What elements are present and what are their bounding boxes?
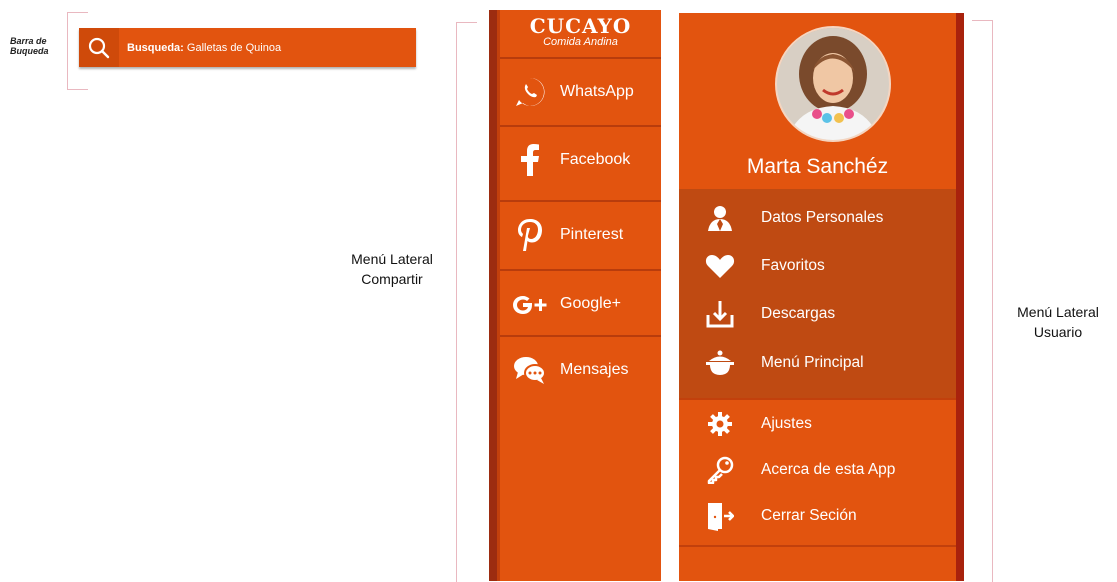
share-menu-caption: Menú Lateral Compartir [322,249,462,289]
facebook-icon [500,144,560,176]
menu-item-label: Menú Principal [761,354,864,371]
search-value: Galletas de Quinoa [186,41,282,54]
pinterest-icon [500,218,560,252]
caption-line: Menú Lateral [351,251,433,267]
gear-icon [679,411,761,437]
share-item-label: Google+ [560,295,621,312]
search-icon[interactable] [79,28,119,67]
caption-line: Menú Lateral [1017,304,1099,320]
share-item-label: Facebook [560,151,631,168]
exit-door-icon [679,501,761,531]
share-item-messages[interactable]: Mensajes [500,335,661,403]
chat-bubbles-icon [500,355,560,385]
menu-item-label: Ajustes [761,415,812,432]
caption-line: Usuario [1033,324,1083,340]
menu-item-label: Cerrar Seción [761,507,857,524]
annotation-bracket [456,22,477,582]
menu-item-settings[interactable]: Ajustes [679,404,956,444]
menu-item-personal-data[interactable]: Datos Personales [679,198,956,238]
menu-item-favorites[interactable]: Favoritos [679,246,956,286]
menu-item-about[interactable]: Acerca de esta App [679,450,956,490]
menu-item-label: Acerca de esta App [761,461,896,478]
share-item-google-plus[interactable]: Google+ [500,269,661,337]
person-icon [679,204,761,232]
user-side-menu: Marta Sanchéz Datos Personales Favoritos [679,13,964,581]
menu-item-logout[interactable]: Cerrar Seción [679,496,956,536]
key-icon [679,456,761,484]
menu-item-label: Datos Personales [761,209,884,226]
search-bar-caption: Barra de Buqueda [10,36,49,56]
heart-icon [679,253,761,279]
caption-line: Buqueda [10,46,49,56]
share-side-menu: CUCAYO Comida Andina WhatsApp Facebook P… [489,10,661,581]
whatsapp-icon [500,75,560,109]
search-bar[interactable]: Busqueda: Galletas de Quinoa [79,28,416,67]
menu-item-label: Descargas [761,305,836,322]
caption-line: Compartir [361,271,423,287]
user-name: Marta Sanchéz [746,155,889,178]
menu-edge [956,13,964,581]
share-item-whatsapp[interactable]: WhatsApp [500,57,661,125]
menu-item-label: Favoritos [761,257,825,274]
menu-item-downloads[interactable]: Descargas [679,294,956,334]
share-item-pinterest[interactable]: Pinterest [500,200,661,268]
menu-edge [489,10,497,581]
share-item-label: WhatsApp [560,83,634,100]
user-menu-caption: Menú Lateral Usuario [1003,302,1113,342]
cooking-pot-icon [679,349,761,377]
avatar[interactable] [775,26,891,142]
menu-divider [679,545,956,547]
share-item-facebook[interactable]: Facebook [500,125,661,193]
annotation-bracket [972,20,993,582]
share-item-label: Pinterest [560,226,624,243]
cucayo-logo: CUCAYO Comida Andina [500,10,661,57]
share-item-label: Mensajes [560,361,629,378]
menu-divider [679,398,956,400]
logo-title: CUCAYO [529,14,632,38]
user-primary-section: Datos Personales Favoritos Descargas Men… [679,189,956,398]
logo-subtitle: Comida Andina [543,36,618,48]
search-input[interactable]: Busqueda: Galletas de Quinoa [127,42,281,54]
search-label: Busqueda: [127,41,184,54]
menu-item-main-menu[interactable]: Menú Principal [679,343,956,383]
caption-line: Barra de [10,36,47,46]
google-plus-icon [500,292,560,316]
download-icon [679,299,761,329]
